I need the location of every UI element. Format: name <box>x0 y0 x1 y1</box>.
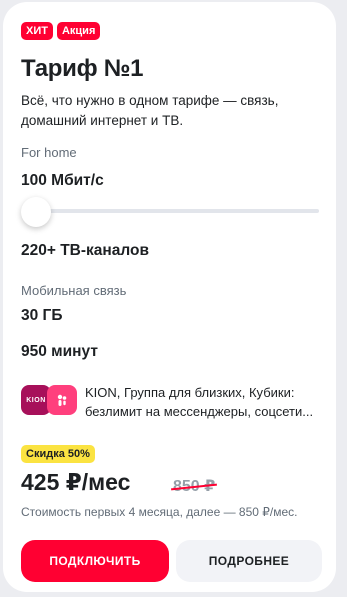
family-group-app-icon <box>47 385 77 415</box>
included-apps: KION <box>21 385 77 415</box>
kion-logo-text: KION <box>26 396 46 404</box>
mobile-section-label: Мобильная связь <box>21 283 127 298</box>
hit-badge: ХИТ <box>21 22 53 40</box>
old-price: 850 ₽ <box>173 478 216 495</box>
speed-slider-thumb[interactable] <box>21 197 51 227</box>
internet-speed: 100 Мбит/с <box>21 172 104 189</box>
badge-row: ХИТ Акция <box>21 22 101 40</box>
promo-badge: Акция <box>56 22 101 40</box>
tv-channels: 220+ ТВ-каналов <box>21 242 150 259</box>
details-button[interactable]: ПОДРОБНЕЕ <box>176 540 322 582</box>
home-section-label: For home <box>21 145 77 160</box>
tariff-title: Тариф №1 <box>21 55 144 82</box>
current-price: 425 ₽/мес <box>21 469 131 495</box>
tariff-card: ХИТ Акция Тариф №1 Всё, что нужно в одно… <box>3 2 336 592</box>
mobile-minutes: 950 минут <box>21 343 98 360</box>
discount-badge: Скидка 50% <box>21 445 95 463</box>
mobile-data: 30 ГБ <box>21 307 63 324</box>
tariff-description: Всё, что нужно в одном тарифе — связь, д… <box>21 93 279 128</box>
apps-description: KION, Группа для близких, Кубики: безлим… <box>85 385 314 419</box>
speed-slider-track[interactable] <box>35 209 319 213</box>
price-note: Стоимость первых 4 месяца, далее — 850 ₽… <box>21 505 298 519</box>
people-icon <box>57 394 67 406</box>
connect-button[interactable]: ПОДКЛЮЧИТЬ <box>21 540 169 582</box>
